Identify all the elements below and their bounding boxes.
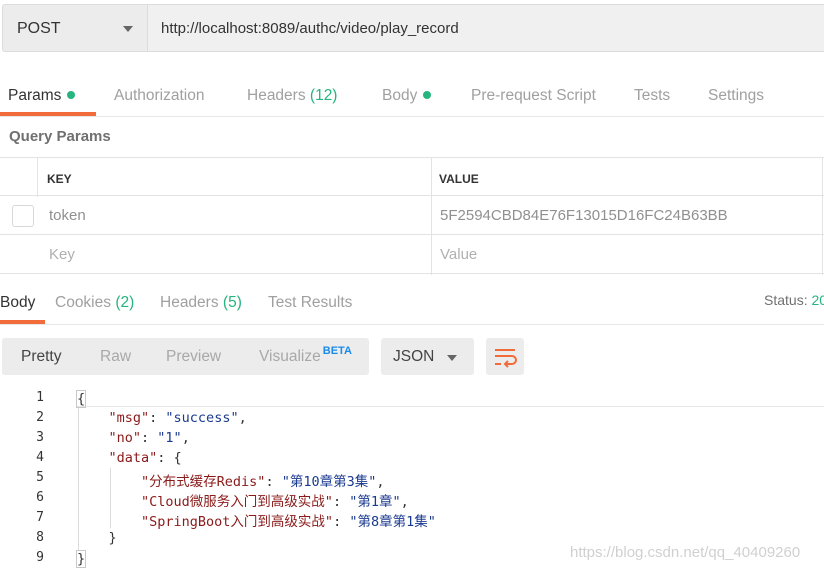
view-mode-pretty[interactable]: Pretty: [21, 348, 61, 366]
response-status: Status: 20: [764, 292, 824, 308]
tab-body[interactable]: Body: [382, 87, 432, 125]
tab-response-body-label: Body: [0, 294, 36, 311]
view-mode-preview[interactable]: Preview: [166, 348, 221, 366]
new-param-key-input[interactable]: Key: [49, 246, 75, 263]
query-params-table: KEY VALUE token 5F2594CBD84E76F13015D16F…: [0, 157, 824, 275]
tab-authorization-label: Authorization: [114, 87, 205, 104]
tab-cookies[interactable]: Cookies (2): [55, 294, 134, 332]
json-value: "success": [165, 410, 239, 426]
view-mode-visualize-label: Visualize: [259, 348, 321, 365]
tab-body-label: Body: [382, 87, 418, 104]
url-input[interactable]: [147, 4, 824, 52]
tab-headers[interactable]: Headers (12): [247, 87, 337, 125]
chevron-down-icon: [447, 355, 457, 361]
code-line: }: [76, 530, 117, 546]
status-value: 20: [811, 292, 824, 308]
closing-brace: }: [108, 530, 117, 546]
divider: [0, 116, 824, 117]
matched-brace: {: [76, 390, 87, 408]
current-line-highlight: [76, 406, 824, 407]
table-header-row: KEY VALUE: [0, 158, 824, 196]
tab-headers-count: (12): [309, 87, 338, 104]
json-key: "data": [108, 450, 158, 466]
json-value: "第1章": [349, 494, 401, 510]
status-dot-icon: [423, 90, 432, 99]
view-mode-visualize[interactable]: Visualize BETA: [259, 345, 352, 366]
json-key: "分布式缓存Redis": [141, 474, 266, 490]
tab-response-headers[interactable]: Headers (5): [160, 294, 242, 332]
watermark: https://blog.csdn.net/qq_40409260: [570, 544, 801, 561]
tab-cookies-count: (2): [115, 294, 135, 311]
chevron-down-icon: [123, 26, 133, 32]
param-enabled-checkbox[interactable]: [12, 205, 34, 227]
line-number: 7: [36, 510, 44, 525]
tab-test-results[interactable]: Test Results: [268, 294, 352, 332]
status-label: Status:: [764, 292, 808, 308]
response-tabs: Body Cookies (2) Headers (5) Test Result…: [0, 294, 824, 326]
tab-response-headers-label: Headers: [160, 294, 219, 311]
json-value: "1": [157, 430, 182, 446]
wrap-lines-button[interactable]: [486, 338, 524, 375]
json-key: "no": [108, 430, 142, 446]
tab-tests-label: Tests: [634, 87, 671, 104]
tab-params-label: Params: [8, 87, 62, 104]
code-line: "SpringBoot入门到高级实战": "第8章第1集": [141, 514, 436, 530]
code-line: }: [76, 550, 87, 568]
matched-brace: }: [76, 550, 87, 568]
tab-params[interactable]: Params: [8, 87, 76, 125]
json-value: "第10章第3集": [281, 474, 377, 490]
method-label: POST: [17, 20, 61, 37]
tab-headers-label: Headers: [247, 87, 306, 104]
param-value-cell[interactable]: 5F2594CBD84E76F13015D16FC24B63BB: [440, 207, 728, 224]
json-value: "第8章第1集": [349, 514, 436, 530]
column-header-key: KEY: [47, 172, 72, 186]
param-key-cell[interactable]: token: [49, 207, 86, 224]
tab-tests[interactable]: Tests: [634, 87, 670, 125]
column-header-value: VALUE: [439, 172, 479, 186]
view-mode-switcher: Pretty Raw Preview Visualize BETA: [2, 338, 369, 375]
new-param-value-input[interactable]: Value: [440, 246, 477, 263]
line-number: 4: [36, 450, 44, 465]
tab-test-results-label: Test Results: [268, 294, 353, 311]
wrap-lines-icon: [495, 349, 517, 368]
tab-response-body[interactable]: Body: [0, 294, 35, 332]
json-key: "Cloud微服务入门到高级实战": [141, 494, 333, 510]
tab-pre-request-script[interactable]: Pre-request Script: [471, 87, 596, 125]
status-dot-icon: [67, 90, 76, 99]
method-select[interactable]: POST: [2, 4, 147, 52]
format-select[interactable]: JSON: [381, 338, 474, 375]
line-number: 8: [36, 530, 44, 545]
tab-pre-request-script-label: Pre-request Script: [471, 87, 596, 104]
line-number: 5: [36, 470, 44, 485]
code-line: "msg": "success",: [108, 410, 247, 426]
json-key: "SpringBoot入门到高级实战": [141, 514, 334, 530]
line-number: 3: [36, 430, 44, 445]
line-number: 1: [36, 390, 44, 405]
table-row-new: Key Value: [0, 236, 824, 274]
tab-authorization[interactable]: Authorization: [114, 87, 204, 125]
tab-response-headers-count: (5): [222, 294, 242, 311]
format-label: JSON: [393, 348, 435, 365]
view-mode-raw[interactable]: Raw: [100, 348, 131, 366]
tab-settings-label: Settings: [708, 87, 765, 104]
line-number: 9: [36, 550, 44, 565]
beta-badge: BETA: [322, 345, 352, 357]
request-url-bar: POST: [0, 0, 824, 58]
query-params-title: Query Params: [9, 128, 111, 145]
table-row: token 5F2594CBD84E76F13015D16FC24B63BB: [0, 197, 824, 235]
code-line: "no": "1",: [108, 430, 190, 446]
code-line: {: [76, 390, 87, 408]
tab-cookies-label: Cookies: [55, 294, 111, 311]
code-line: "Cloud微服务入门到高级实战": "第1章",: [141, 494, 409, 510]
json-key: "msg": [108, 410, 150, 426]
code-line: "分布式缓存Redis": "第10章第3集",: [141, 474, 385, 490]
divider: [0, 324, 824, 325]
line-number: 2: [36, 410, 44, 425]
tab-settings[interactable]: Settings: [708, 87, 764, 125]
code-line: "data": {: [108, 450, 182, 466]
line-number: 6: [36, 490, 44, 505]
request-tabs: Params Authorization Headers (12) Body P…: [0, 78, 824, 118]
